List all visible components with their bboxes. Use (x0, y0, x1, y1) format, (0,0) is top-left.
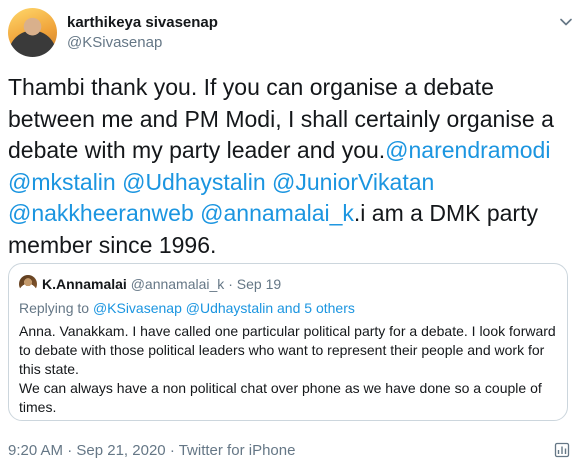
tweet-footer: 9:20 AM · Sep 21, 2020 · Twitter for iPh… (8, 441, 295, 461)
mention-link[interactable]: @narendramodi (385, 137, 550, 163)
quoted-author-handle: @annamalai_k (130, 276, 225, 292)
mention-link[interactable]: @annamalai_k (200, 200, 354, 226)
footer-separator: · (67, 442, 73, 459)
chevron-down-icon[interactable] (556, 12, 576, 32)
tweet-text: Thambi thank you. If you can organise a … (8, 72, 568, 261)
mention-link[interactable]: @mkstalin (8, 169, 116, 195)
mention-link[interactable]: @Udhaystalin (122, 169, 266, 195)
tweet-source[interactable]: Twitter for iPhone (179, 442, 296, 459)
quoted-author-avatar (19, 275, 37, 293)
reply-prefix: Replying to (19, 300, 90, 316)
quoted-author-name: K.Annamalai (42, 276, 127, 292)
author-handle[interactable]: @KSivasenap (67, 33, 218, 53)
reply-mentions[interactable]: @KSivasenap @Udhaystalin (93, 300, 273, 316)
author-display-name[interactable]: karthikeya sivasenap (67, 13, 218, 33)
quoted-date: Sep 19 (236, 276, 282, 292)
author-avatar[interactable] (8, 8, 57, 57)
footer-separator: · (169, 442, 175, 459)
analytics-icon[interactable] (554, 442, 570, 458)
quoted-separator: · (228, 276, 233, 292)
mention-link[interactable]: @JuniorVikatan (272, 169, 434, 195)
quoted-tweet-header: K.Annamalai @annamalai_k · Sep 19 (19, 274, 557, 294)
tweet-date[interactable]: Sep 21, 2020 (76, 442, 165, 459)
reply-others-link[interactable]: and 5 others (277, 300, 355, 316)
quoted-tweet-text: Anna. Vanakkam. I have called one partic… (19, 323, 556, 415)
tweet-card: karthikeya sivasenap @KSivasenap Thambi … (0, 0, 584, 475)
quoted-reply-context: Replying to @KSivasenap @Udhaystalin and… (19, 298, 557, 318)
author-name-block[interactable]: karthikeya sivasenap @KSivasenap (67, 13, 218, 53)
tweet-header: karthikeya sivasenap @KSivasenap (8, 8, 576, 58)
mention-link[interactable]: @nakkheeranweb (8, 200, 194, 226)
quoted-tweet[interactable]: K.Annamalai @annamalai_k · Sep 19 Replyi… (8, 263, 568, 421)
tweet-time[interactable]: 9:20 AM (8, 442, 63, 459)
